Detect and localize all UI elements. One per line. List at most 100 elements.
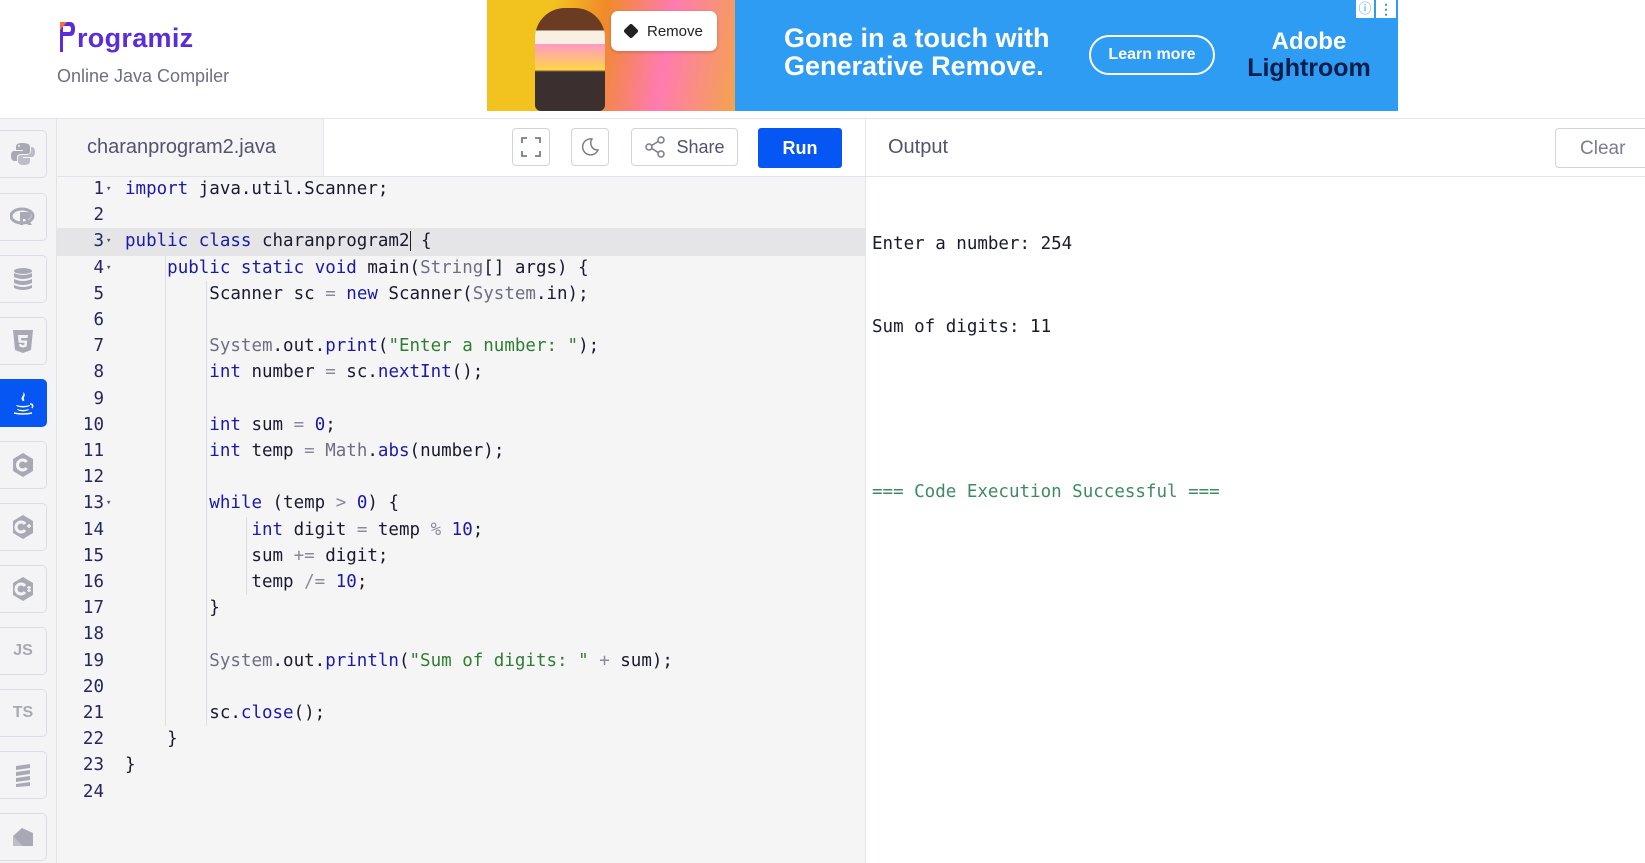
code-line[interactable]: 2: [57, 202, 865, 230]
code-line[interactable]: 12: [57, 464, 865, 492]
fold-toggle-icon[interactable]: ▾: [106, 255, 116, 283]
code-line[interactable]: 16 temp /= 10;: [57, 569, 865, 597]
output-line: Enter a number: 254: [872, 234, 1073, 254]
r-icon: [10, 207, 35, 225]
line-number: 14: [82, 519, 104, 540]
logo-text: rogramiz: [77, 23, 194, 53]
line-number: 8: [93, 362, 104, 383]
ad-remove-label: Remove: [647, 22, 703, 40]
fold-toggle-icon[interactable]: ▾: [106, 228, 116, 256]
code-line[interactable]: 6: [57, 307, 865, 335]
code-area[interactable]: 1 ▾ import java.util.Scanner; 2 3 ▾ public cla…: [57, 176, 865, 863]
advertisement-banner[interactable]: Remove Gone in a touch with Generative R…: [487, 0, 1398, 111]
code-text: int number = sc.nextInt();: [209, 362, 484, 383]
sidebar-item-r[interactable]: [0, 193, 47, 241]
js-icon: JS: [13, 642, 33, 659]
code-line[interactable]: 11 int temp = Math.abs(number);: [57, 438, 865, 466]
share-button[interactable]: Share: [631, 128, 738, 166]
code-line[interactable]: 22 }: [57, 726, 865, 754]
line-number: 21: [82, 703, 104, 723]
output-console: Enter a number: 254 Sum of digits: 11 ==…: [872, 176, 1220, 561]
code-line[interactable]: 3 ▾ public class charanprogram2 {: [57, 228, 865, 256]
theme-toggle-button[interactable]: [571, 128, 609, 166]
line-number: 4: [93, 257, 104, 278]
code-editor-panel: charanprogram2.java Share Run 1 ▾ import j…: [57, 119, 866, 863]
code-line[interactable]: 19 System.out.println("Sum of digits: " …: [57, 648, 865, 676]
code-line[interactable]: 21 sc.close();: [57, 700, 865, 728]
sidebar-item-javascript[interactable]: JS: [0, 627, 47, 675]
line-number: 22: [82, 729, 104, 750]
line-number: 5: [93, 283, 104, 304]
code-line[interactable]: 24: [57, 779, 865, 807]
sidebar-item-kotlin[interactable]: [0, 813, 47, 861]
line-number: 1: [93, 179, 104, 199]
code-text: Scanner sc = new Scanner(System.in);: [125, 283, 589, 304]
code-text: temp /= 10;: [125, 572, 368, 592]
sidebar-item-sql[interactable]: [0, 255, 47, 303]
kotlin-icon: [13, 828, 33, 846]
sidebar-item-python[interactable]: [0, 130, 47, 178]
code-line[interactable]: 4 ▾ public static void main(String[] args…: [57, 255, 865, 283]
programiz-logo-icon: [58, 20, 76, 54]
line-number: 24: [82, 781, 104, 802]
csharp-icon: [13, 577, 33, 601]
fold-toggle-icon[interactable]: ▾: [106, 490, 116, 518]
code-text: while (temp > 0) {: [209, 493, 399, 514]
html5-icon: [13, 330, 33, 353]
code-line[interactable]: 1 ▾ import java.util.Scanner;: [57, 176, 865, 204]
share-icon: [645, 136, 666, 158]
line-number: 7: [93, 336, 104, 357]
code-line[interactable]: 10 int sum = 0;: [57, 412, 865, 440]
code-line[interactable]: 14 int digit = temp % 10;: [57, 517, 865, 545]
code-line[interactable]: 8 int number = sc.nextInt();: [57, 359, 865, 387]
code-line[interactable]: 13 ▾ while (temp > 0) {: [57, 490, 865, 518]
line-number: 3: [93, 231, 104, 252]
line-number: 12: [82, 467, 104, 488]
fullscreen-button[interactable]: [512, 128, 550, 166]
code-line[interactable]: 17 }: [57, 595, 865, 623]
code-line[interactable]: 23}: [57, 752, 865, 780]
sidebar-item-c[interactable]: [0, 441, 47, 489]
moon-icon: [581, 138, 600, 156]
code-line[interactable]: 7 System.out.print("Enter a number: ");: [57, 333, 865, 361]
ad-options-icon[interactable]: ⋮: [1376, 0, 1396, 18]
ad-brand-logo: Adobe Lightroom: [1247, 28, 1371, 82]
run-button[interactable]: Run: [758, 128, 842, 168]
code-text: sum += digit;: [125, 545, 389, 566]
sidebar-item-html[interactable]: [0, 317, 47, 365]
ad-info-icon[interactable]: ⓘ: [1356, 0, 1374, 18]
sidebar-item-typescript[interactable]: TS: [0, 689, 47, 737]
output-line: Sum of digits: 11: [872, 316, 1052, 337]
sidebar-item-go[interactable]: [0, 751, 47, 799]
line-number: 10: [82, 414, 104, 435]
text-cursor: [409, 231, 411, 252]
code-line[interactable]: 18: [57, 621, 865, 649]
line-number: 18: [82, 624, 104, 645]
code-line[interactable]: 5 Scanner sc = new Scanner(System.in);: [57, 281, 865, 309]
ad-remove-chip: Remove: [611, 11, 717, 51]
code-line[interactable]: 20: [57, 674, 865, 702]
header: rogramiz Online Java Compiler Remove Gon…: [0, 0, 1645, 119]
ad-headline-line2: Generative Remove.: [784, 51, 1044, 81]
sidebar-item-java[interactable]: [0, 379, 47, 427]
code-line[interactable]: 15 sum += digit;: [57, 543, 865, 571]
programiz-logo[interactable]: rogramiz: [58, 20, 193, 54]
code-text: public class charanprogram2 {: [125, 231, 432, 252]
code-text: sc.close();: [125, 703, 326, 723]
fold-toggle-icon[interactable]: ▾: [106, 176, 116, 204]
go-icon: [16, 764, 30, 787]
clear-button[interactable]: Clear: [1555, 128, 1645, 168]
code-line[interactable]: 9: [57, 386, 865, 414]
line-number: 16: [82, 572, 104, 592]
sidebar-item-csharp[interactable]: [0, 565, 47, 613]
file-tab[interactable]: charanprogram2.java: [57, 119, 324, 176]
ad-brand-line2: Lightroom: [1247, 54, 1371, 82]
ad-learn-more-button[interactable]: Learn more: [1089, 35, 1215, 75]
line-number: 2: [93, 205, 104, 226]
line-number: 17: [82, 598, 104, 619]
line-number: 11: [82, 441, 104, 461]
sidebar-item-cpp[interactable]: [0, 503, 47, 551]
line-number: 19: [82, 650, 104, 671]
line-number: 15: [82, 545, 104, 566]
